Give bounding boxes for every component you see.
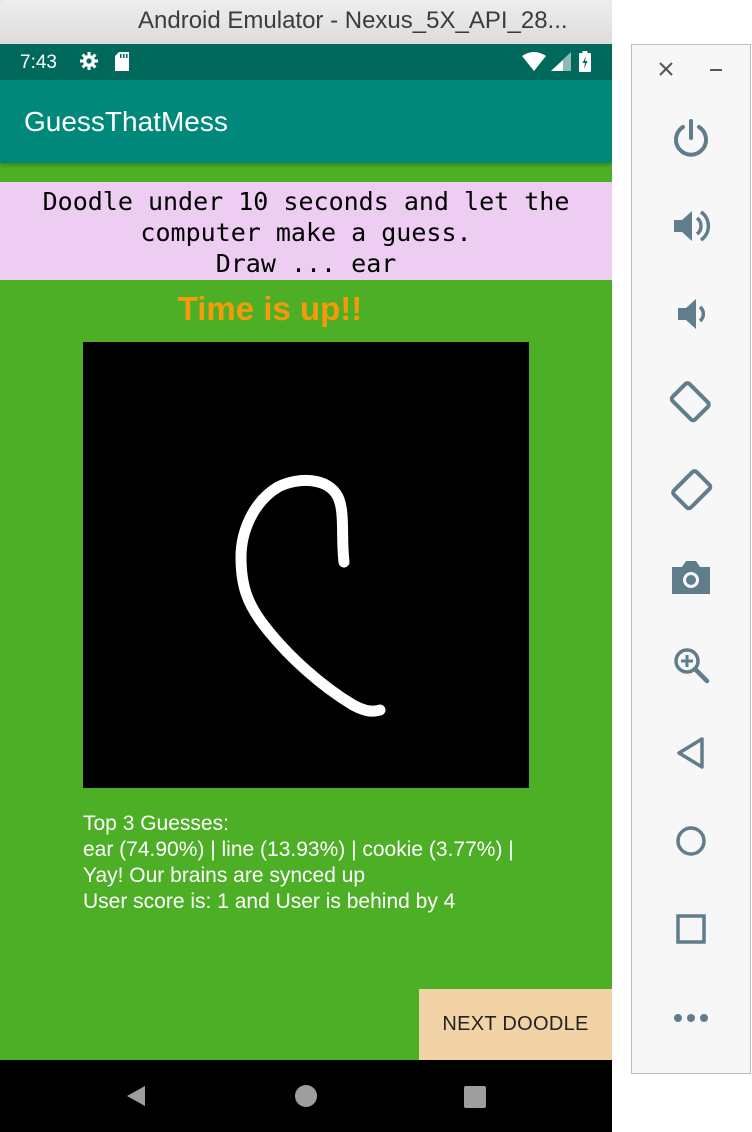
- overview-button[interactable]: [632, 901, 750, 961]
- emulator-toolbar: [631, 44, 751, 1074]
- volume-down-button[interactable]: [632, 286, 750, 346]
- window-title: Android Emulator - Nexus_5X_API_28...: [138, 7, 568, 34]
- home-button[interactable]: [632, 813, 750, 873]
- wifi-icon: [522, 52, 546, 76]
- navigation-bar: [0, 1060, 612, 1132]
- emulator-window: Android Emulator - Nexus_5X_API_28... 7:…: [0, 0, 612, 1132]
- status-bar: 7:43: [0, 44, 612, 80]
- time-up-message: Time is up!!: [177, 290, 363, 327]
- instructions-line: Doodle under 10 seconds and let the: [42, 187, 570, 216]
- power-icon: [671, 118, 711, 163]
- rotate-right-button[interactable]: [632, 461, 750, 521]
- app-title: GuessThatMess: [24, 106, 228, 137]
- phone-screen: 7:43 GuessThatMess Doodle under 10 secon…: [0, 44, 612, 1132]
- results-panel: Top 3 Guesses: ear (74.90%) | line (13.9…: [83, 811, 603, 915]
- back-button[interactable]: [632, 725, 750, 785]
- home-icon: [673, 823, 709, 864]
- screenshot-button[interactable]: [632, 549, 750, 609]
- power-button[interactable]: [632, 110, 750, 170]
- volume-up-button[interactable]: [632, 198, 750, 258]
- close-icon[interactable]: [658, 61, 674, 82]
- guesses-list: ear (74.90%) | line (13.93%) | cookie (3…: [83, 838, 514, 861]
- battery-icon: [579, 51, 591, 77]
- volume-down-icon: [671, 294, 711, 339]
- back-icon: [673, 735, 709, 776]
- back-icon[interactable]: [123, 1084, 147, 1113]
- zoom-icon: [671, 645, 711, 690]
- gear-icon: [79, 51, 99, 76]
- results-heading: Top 3 Guesses:: [83, 812, 229, 835]
- more-icon: [673, 1010, 709, 1028]
- overview-icon: [674, 912, 708, 951]
- instructions-line: computer make a guess.: [140, 218, 472, 247]
- home-icon[interactable]: [294, 1084, 318, 1113]
- guess-verdict: Yay! Our brains are synced up: [83, 864, 366, 887]
- volume-up-icon: [671, 206, 711, 251]
- window-titlebar[interactable]: Android Emulator - Nexus_5X_API_28...: [0, 0, 612, 45]
- status-time: 7:43: [20, 52, 57, 73]
- instructions-prompt: Draw ... ear: [215, 249, 397, 278]
- sd-card-icon: [114, 52, 130, 76]
- rotate-left-icon: [667, 377, 715, 430]
- app-bar: GuessThatMess: [0, 80, 612, 163]
- camera-icon: [670, 558, 712, 601]
- rotate-right-icon: [667, 465, 715, 518]
- minimize-icon[interactable]: [708, 61, 724, 82]
- zoom-button[interactable]: [632, 637, 750, 697]
- instructions-panel: Doodle under 10 seconds and let the comp…: [0, 182, 612, 280]
- user-score: User score is: 1 and User is behind by 4: [83, 890, 456, 913]
- next-doodle-button[interactable]: NEXT DOODLE: [419, 989, 612, 1060]
- drawing-canvas[interactable]: [83, 342, 529, 788]
- recents-icon[interactable]: [464, 1086, 486, 1113]
- more-button[interactable]: [632, 989, 750, 1049]
- rotate-left-button[interactable]: [632, 373, 750, 433]
- signal-icon: [551, 52, 571, 76]
- doodle-drawing: [235, 474, 386, 717]
